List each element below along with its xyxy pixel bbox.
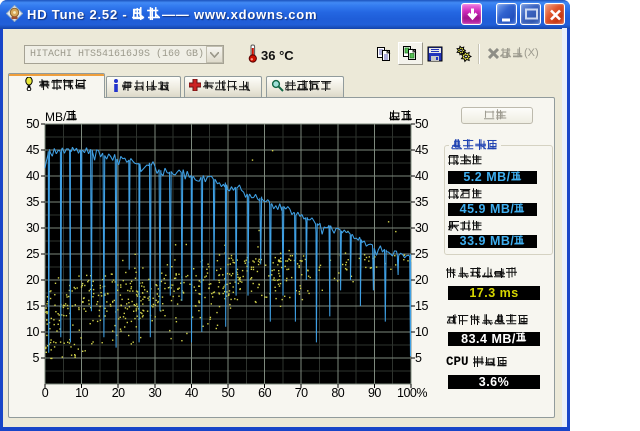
svg-text:5: 5 xyxy=(33,351,40,365)
svg-text:0: 0 xyxy=(42,386,49,400)
svg-text:70: 70 xyxy=(295,386,308,400)
svg-text:60: 60 xyxy=(258,386,271,400)
svg-text:50: 50 xyxy=(415,117,428,131)
svg-text:35: 35 xyxy=(26,195,39,209)
svg-text:35: 35 xyxy=(415,195,428,209)
svg-text:30: 30 xyxy=(415,221,428,235)
svg-text:10: 10 xyxy=(26,325,39,339)
svg-text:45: 45 xyxy=(415,143,428,157)
svg-text:25: 25 xyxy=(415,247,428,261)
svg-text:15: 15 xyxy=(415,299,428,313)
svg-text:10: 10 xyxy=(75,386,88,400)
svg-text:10: 10 xyxy=(415,325,428,339)
svg-text:100%: 100% xyxy=(397,386,427,400)
svg-text:40: 40 xyxy=(185,386,198,400)
svg-text:5: 5 xyxy=(415,351,422,365)
svg-text:20: 20 xyxy=(26,273,39,287)
svg-text:25: 25 xyxy=(26,247,39,261)
svg-text:40: 40 xyxy=(26,169,39,183)
svg-text:40: 40 xyxy=(415,169,428,183)
svg-text:90: 90 xyxy=(368,386,381,400)
svg-text:15: 15 xyxy=(26,299,39,313)
svg-text:30: 30 xyxy=(26,221,39,235)
svg-text:45: 45 xyxy=(26,143,39,157)
svg-text:30: 30 xyxy=(148,386,161,400)
svg-text:20: 20 xyxy=(415,273,428,287)
svg-text:20: 20 xyxy=(112,386,125,400)
svg-text:50: 50 xyxy=(26,117,39,131)
svg-text:80: 80 xyxy=(331,386,344,400)
svg-text:50: 50 xyxy=(222,386,235,400)
